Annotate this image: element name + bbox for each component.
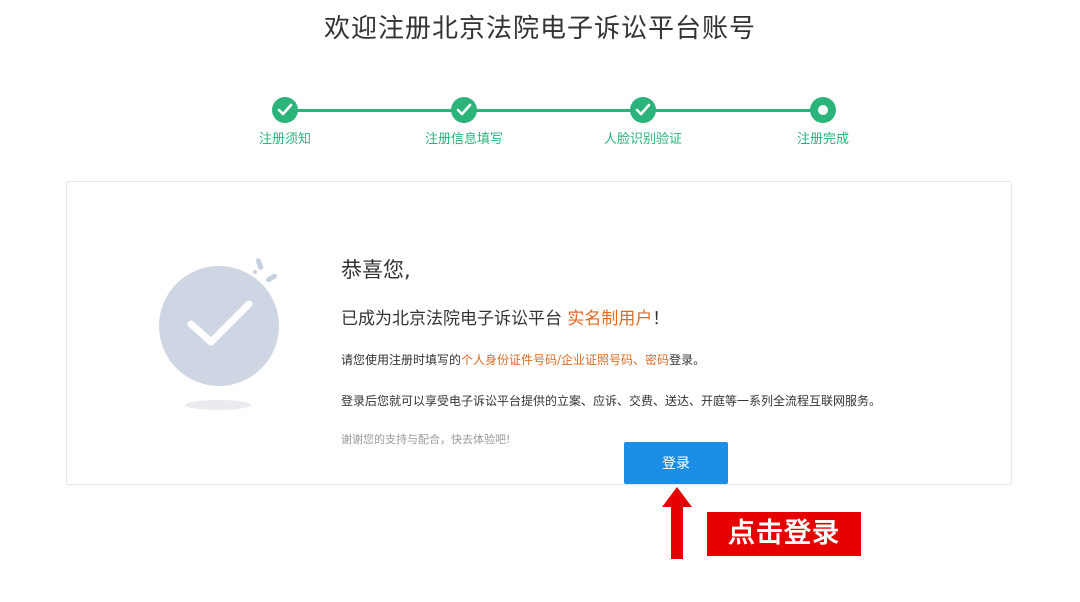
step-face: 人脸识别验证 (583, 96, 703, 147)
login-button[interactable]: 登录 (624, 442, 728, 484)
step-notice: 注册须知 (225, 96, 345, 147)
click-login-callout: 点击登录 (707, 512, 861, 556)
realname-message: 已成为北京法院电子诉讼平台 实名制用户！ (341, 309, 670, 329)
credential-highlight: 个人身份证件号码/企业证照号码、密码 (461, 353, 670, 367)
step-label: 注册须知 (258, 132, 311, 147)
step-info: 注册信息填写 (404, 96, 524, 147)
arrow-up-icon (662, 487, 692, 559)
greeting: 恭喜您, (341, 258, 411, 282)
check-icon (451, 97, 477, 123)
service-description: 登录后您就可以享受电子诉讼平台提供的立案、应诉、交费、送达、开庭等一系列全流程互… (341, 394, 882, 408)
steps-progress-line (285, 109, 823, 112)
step-label: 人脸识别验证 (603, 132, 682, 147)
result-message: 恭喜您, 已成为北京法院电子诉讼平台 实名制用户！ 请您使用注册时填写的个人身份… (341, 254, 981, 447)
check-icon (272, 97, 298, 123)
success-illustration (157, 252, 297, 412)
check-icon (630, 97, 656, 123)
page-title: 欢迎注册北京法院电子诉讼平台账号 (323, 14, 756, 44)
step-complete: 注册完成 (763, 96, 883, 147)
step-label: 注册完成 (796, 132, 849, 147)
registration-steps: 注册须知 注册信息填写 人脸识别验证 注册完成 (0, 96, 1080, 156)
result-card: 恭喜您, 已成为北京法院电子诉讼平台 实名制用户！ 请您使用注册时填写的个人身份… (66, 181, 1012, 485)
dot-icon (810, 97, 836, 123)
login-instruction: 请您使用注册时填写的个人身份证件号码/企业证照号码、密码登录。 (341, 353, 706, 367)
realname-highlight: 实名制用户 (567, 309, 653, 329)
success-check-icon (159, 266, 279, 386)
step-label: 注册信息填写 (424, 132, 503, 147)
